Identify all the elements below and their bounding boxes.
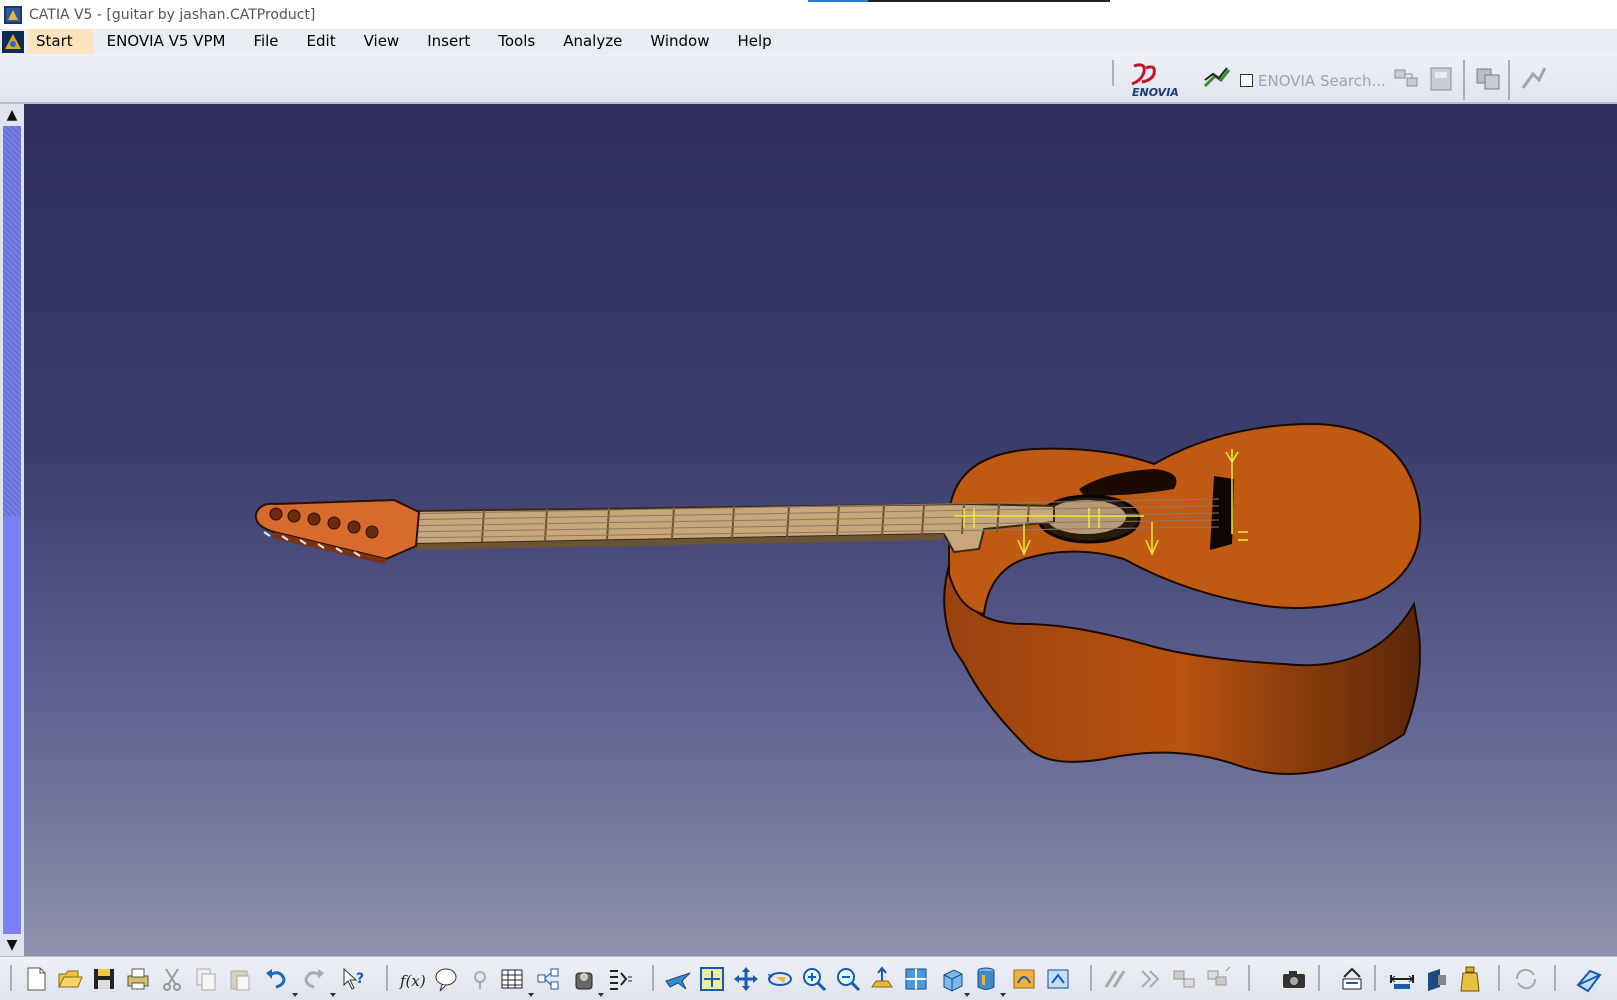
macro-dropdown-icon[interactable] [598, 993, 604, 997]
macro-icon[interactable] [570, 965, 598, 993]
whats-this-icon[interactable]: ? [340, 965, 368, 993]
enovia-logo-icon[interactable]: ENOVIA [1128, 60, 1190, 100]
toolbar-separator [1248, 965, 1250, 991]
bottom-toolbar: ? f(x) [0, 956, 1617, 1000]
redo-dropdown-icon[interactable] [330, 993, 336, 997]
knowledge-advisor-icon[interactable] [432, 965, 460, 993]
toolbar-separator [1498, 965, 1500, 991]
title-accent-bar-dark [868, 0, 1110, 2]
title-accent-bar [808, 0, 868, 2]
toolbar-separator [1318, 965, 1320, 991]
shading-icon[interactable] [972, 965, 1000, 993]
top-toolbar: ENOVIA ENOVIA Search... [0, 54, 1617, 104]
save-to-enovia-icon[interactable] [1427, 64, 1457, 94]
menu-window[interactable]: Window [636, 29, 723, 54]
fit-all-icon[interactable] [698, 965, 726, 993]
toggle-icon[interactable] [1519, 64, 1549, 94]
menu-help[interactable]: Help [723, 29, 785, 54]
design-table-icon[interactable] [606, 965, 634, 993]
hide-show-icon[interactable] [1010, 965, 1038, 993]
menu-edit[interactable]: Edit [293, 29, 350, 54]
title-bar: CATIA V5 - [guitar by jashan.CATProduct] [0, 0, 1617, 29]
fly-mode-icon[interactable] [664, 965, 692, 993]
toolbar-separator [1463, 60, 1465, 100]
catia-app-icon [4, 5, 22, 24]
catalog-icon[interactable] [534, 965, 562, 993]
toolbar-separator [1374, 965, 1376, 991]
copy-icon[interactable] [192, 965, 220, 993]
menu-start[interactable]: Start [28, 29, 93, 54]
save-icon[interactable] [90, 965, 118, 993]
menu-tools[interactable]: Tools [484, 29, 549, 54]
toolbar-separator [1554, 965, 1556, 991]
3d-compass-icon[interactable] [1574, 965, 1602, 993]
multi-view-icon[interactable] [902, 965, 930, 993]
scroll-down-icon[interactable]: ▼ [4, 936, 20, 954]
toolbar-separator [1508, 60, 1510, 100]
svg-text:f(x): f(x) [399, 972, 426, 990]
enovia-search-checkbox[interactable] [1240, 74, 1253, 87]
undo-dropdown-icon[interactable] [292, 993, 298, 997]
rotate-icon[interactable] [766, 965, 794, 993]
redo-icon[interactable] [300, 965, 328, 993]
weight-icon[interactable] [1456, 965, 1484, 993]
start-menu-icon[interactable] [2, 30, 24, 53]
manipulation-icon[interactable] [1204, 965, 1232, 993]
update-icon[interactable] [1512, 965, 1540, 993]
toolbar-separator [1090, 965, 1092, 991]
scroll-thumb[interactable] [3, 516, 21, 934]
view-dropdown-icon[interactable] [964, 993, 970, 997]
menu-bar: Start ENOVIA V5 VPM File Edit View Inser… [0, 29, 1617, 54]
zoom-in-icon[interactable] [800, 965, 828, 993]
scroll-up-icon[interactable]: ▲ [4, 106, 20, 124]
menu-file[interactable]: File [239, 29, 292, 54]
paste-icon[interactable] [226, 965, 254, 993]
fix-icon[interactable] [1136, 965, 1164, 993]
table-dropdown-icon[interactable] [528, 993, 534, 997]
normal-view-icon[interactable] [868, 965, 896, 993]
toolbar-separator [386, 965, 388, 991]
zoom-out-icon[interactable] [834, 965, 862, 993]
iso-view-icon[interactable] [938, 965, 966, 993]
toolbar-separator [10, 965, 12, 991]
snap-icon[interactable] [1338, 965, 1366, 993]
undo-icon[interactable] [262, 965, 290, 993]
explode-icon[interactable] [1170, 965, 1198, 993]
connect-icon[interactable] [1392, 64, 1422, 94]
menu-analyze[interactable]: Analyze [549, 29, 636, 54]
camera-icon[interactable] [1280, 965, 1308, 993]
new-icon[interactable] [22, 965, 50, 993]
menu-insert[interactable]: Insert [413, 29, 484, 54]
svg-text:?: ? [356, 971, 364, 987]
cut-icon[interactable] [158, 965, 186, 993]
formula-icon[interactable]: f(x) [398, 965, 426, 993]
measure-icon[interactable] [1388, 965, 1416, 993]
vertical-scrollbar[interactable]: ▲ ▼ [0, 104, 24, 956]
toolbar-separator [1112, 60, 1114, 86]
menu-view[interactable]: View [350, 29, 414, 54]
pan-icon[interactable] [732, 965, 760, 993]
svg-text:ENOVIA: ENOVIA [1132, 86, 1179, 99]
open-icon[interactable] [56, 965, 84, 993]
print-icon[interactable] [124, 965, 152, 993]
table-icon[interactable] [498, 965, 526, 993]
guitar-model[interactable] [24, 104, 1617, 956]
shading-dropdown-icon[interactable] [1000, 993, 1006, 997]
enovia-search-label[interactable]: ENOVIA Search... [1258, 72, 1386, 90]
open-from-enovia-icon[interactable] [1474, 64, 1504, 94]
swap-space-icon[interactable] [1044, 965, 1072, 993]
window-title: CATIA V5 - [guitar by jashan.CATProduct] [29, 6, 316, 23]
constraint-icon[interactable] [1102, 965, 1130, 993]
toolbar-separator [652, 965, 654, 991]
enovia-search-icon[interactable] [1203, 66, 1231, 92]
sectioning-icon[interactable] [1422, 965, 1450, 993]
3d-viewport[interactable] [24, 104, 1617, 956]
light-icon[interactable] [466, 965, 494, 993]
menu-enovia-v5-vpm[interactable]: ENOVIA V5 VPM [93, 29, 240, 54]
